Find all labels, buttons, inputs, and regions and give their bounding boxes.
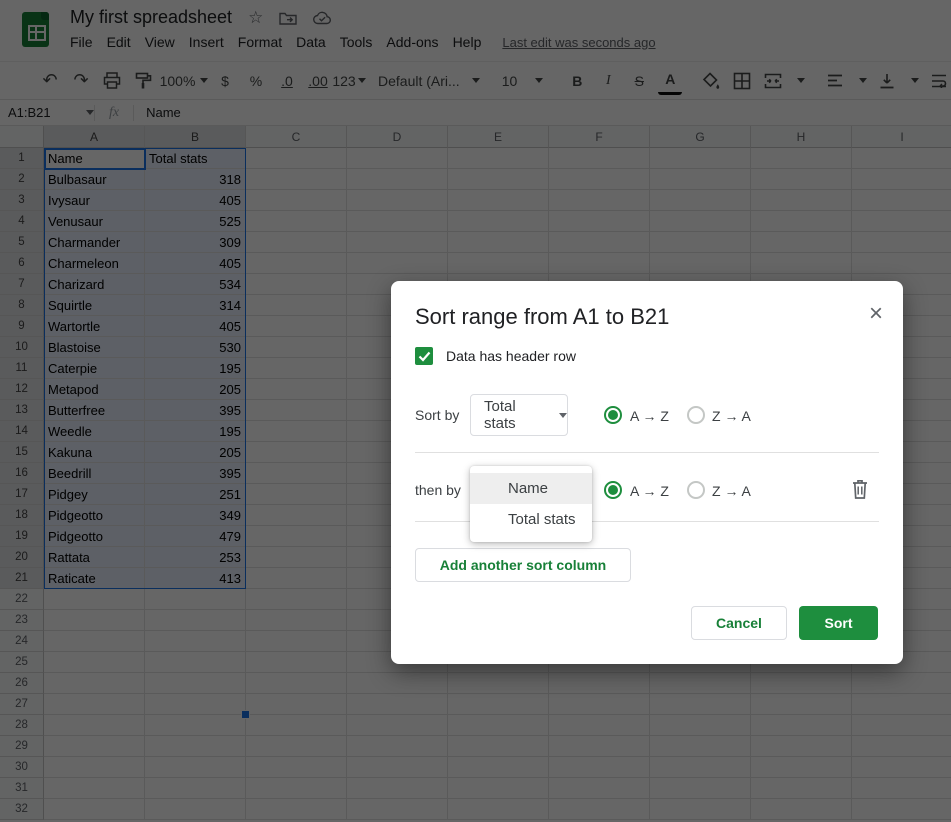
rule-divider [415, 452, 879, 453]
sortby-desc-label[interactable]: Z → A [712, 408, 751, 424]
sort-by-column-select[interactable]: Total stats [470, 394, 568, 436]
sort-by-label: Sort by [415, 407, 460, 423]
sort-button[interactable]: Sort [799, 606, 878, 640]
sortby-asc-radio[interactable] [604, 406, 622, 424]
menu-option-name[interactable]: Name [470, 473, 592, 504]
sortby-asc-label[interactable]: A → Z [630, 408, 669, 424]
thenby-desc-radio[interactable] [687, 481, 705, 499]
close-icon[interactable]: × [869, 302, 883, 326]
thenby-desc-label[interactable]: Z → A [712, 483, 751, 499]
menu-option-total-stats[interactable]: Total stats [470, 504, 592, 535]
sortby-desc-radio[interactable] [687, 406, 705, 424]
then-by-label: then by [415, 482, 461, 498]
cancel-button[interactable]: Cancel [691, 606, 787, 640]
google-sheets-window: My first spreadsheet ☆ File Edit View In… [0, 0, 951, 822]
column-dropdown-menu: Name Total stats [470, 466, 592, 542]
thenby-asc-radio[interactable] [604, 481, 622, 499]
delete-rule-trash-icon[interactable] [850, 478, 872, 502]
sort-range-dialog: Sort range from A1 to B21 × Data has hea… [391, 281, 903, 664]
header-row-checkbox[interactable] [415, 347, 433, 365]
dialog-title: Sort range from A1 to B21 [415, 304, 670, 329]
add-sort-column-button[interactable]: Add another sort column [415, 548, 631, 582]
thenby-asc-label[interactable]: A → Z [630, 483, 669, 499]
header-row-checkbox-label[interactable]: Data has header row [446, 348, 576, 364]
